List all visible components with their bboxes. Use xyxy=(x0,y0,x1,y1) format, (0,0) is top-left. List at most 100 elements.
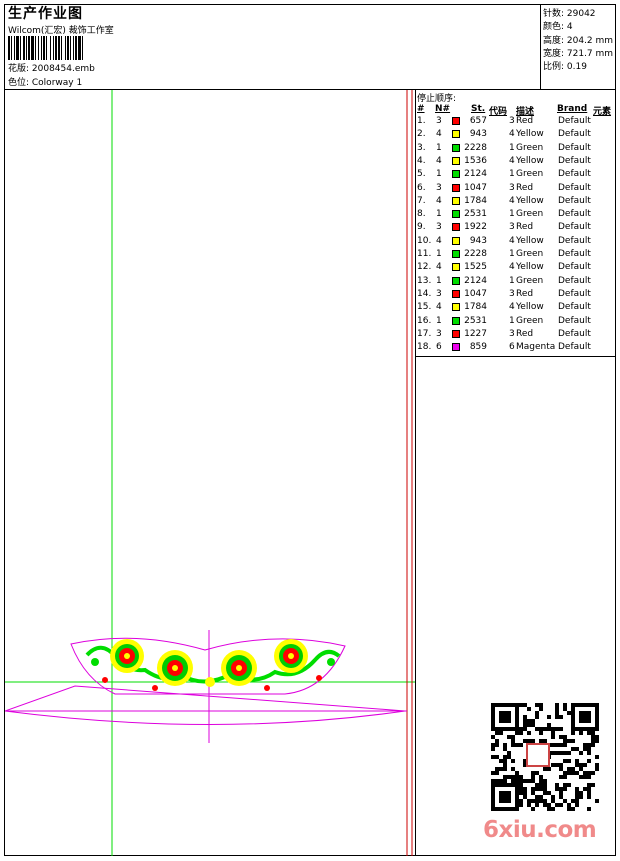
table-row: 13. 1 2124 1 Green Default xyxy=(5,276,617,289)
row-brand: Default xyxy=(558,328,591,339)
row-description: Green xyxy=(516,249,544,259)
row-description: Magenta xyxy=(516,342,556,353)
row-brand: Default xyxy=(558,302,591,313)
row-stitches: 2531 xyxy=(464,209,487,220)
row-code: 1 xyxy=(509,275,515,286)
row-code: 3 xyxy=(509,222,515,233)
stat-colors: 颜色: 4 xyxy=(543,22,573,32)
stat-scale: 比例: 0.19 xyxy=(543,62,587,72)
row-index: 15. xyxy=(417,302,432,313)
row-stitches: 1536 xyxy=(464,155,487,166)
row-code: 1 xyxy=(509,209,515,220)
row-index: 8. xyxy=(417,209,426,220)
header-divider-vertical xyxy=(540,5,541,89)
row-needle: 1 xyxy=(436,275,442,286)
row-code: 3 xyxy=(509,328,515,339)
row-index: 16. xyxy=(417,315,432,326)
color-swatch xyxy=(452,117,460,125)
row-brand: Default xyxy=(558,129,591,140)
row-needle: 3 xyxy=(436,288,442,299)
row-description: Green xyxy=(516,209,544,220)
row-index: 9. xyxy=(417,222,426,233)
row-description: Red xyxy=(516,288,534,299)
row-stitches: 1784 xyxy=(464,302,487,313)
barcode xyxy=(8,36,83,60)
table-row: 1. 3 657 3 Red Default xyxy=(5,116,617,129)
row-code: 1 xyxy=(509,169,515,180)
row-index: 3. xyxy=(417,142,426,153)
col-header-stitches: St. xyxy=(471,104,486,114)
row-description: Green xyxy=(516,275,544,286)
row-brand: Default xyxy=(558,288,591,299)
row-index: 6. xyxy=(417,182,426,193)
row-index: 18. xyxy=(417,342,432,353)
color-swatch xyxy=(452,276,460,285)
row-index: 5. xyxy=(417,169,426,180)
table-row: 15. 4 1784 4 Yellow Default xyxy=(5,302,617,315)
table-row: 9. 3 1922 3 Red Default xyxy=(5,222,617,235)
embroidery-motif xyxy=(85,639,341,691)
row-index: 14. xyxy=(417,288,432,299)
table-row: 11. 1 2228 1 Green Default xyxy=(5,249,617,262)
row-code: 6 xyxy=(509,342,515,353)
table-row: 17. 3 1227 3 Red Default xyxy=(5,329,617,342)
color-swatch xyxy=(452,170,460,179)
studio-name: Wilcom(汇宏) 裁饰工作室 xyxy=(8,26,114,36)
row-needle: 3 xyxy=(436,182,442,193)
row-description: Yellow xyxy=(516,235,544,246)
row-code: 1 xyxy=(509,315,515,326)
row-needle: 4 xyxy=(436,235,442,246)
row-description: Red xyxy=(516,182,534,193)
color-swatch xyxy=(452,316,460,325)
row-stitches: 2228 xyxy=(464,142,487,153)
row-needle: 3 xyxy=(436,222,442,233)
color-swatch xyxy=(452,250,460,258)
row-index: 12. xyxy=(417,262,432,273)
row-brand: Default xyxy=(558,155,591,166)
row-index: 13. xyxy=(417,275,432,286)
colorway: 色位: Colorway 1 xyxy=(8,78,83,88)
color-swatch xyxy=(452,236,460,245)
row-stitches: 1784 xyxy=(464,195,487,206)
row-index: 4. xyxy=(417,155,426,166)
row-stitches: 657 xyxy=(469,116,487,126)
table-row: 7. 4 1784 4 Yellow Default xyxy=(5,196,617,209)
color-swatch xyxy=(452,156,460,165)
row-code: 3 xyxy=(509,116,515,126)
row-brand: Default xyxy=(558,169,591,180)
watermark-text: 6xiu.com xyxy=(483,817,597,843)
row-description: Yellow xyxy=(516,302,544,313)
table-row: 18. 6 859 6 Magenta Default xyxy=(5,342,617,355)
row-code: 4 xyxy=(509,235,515,246)
color-swatch xyxy=(452,210,460,219)
row-needle: 3 xyxy=(436,116,442,126)
row-needle: 1 xyxy=(436,249,442,259)
row-brand: Default xyxy=(558,262,591,273)
row-code: 4 xyxy=(509,262,515,273)
row-stitches: 1047 xyxy=(464,288,487,299)
row-stitches: 943 xyxy=(469,235,487,246)
row-stitches: 2228 xyxy=(464,249,487,259)
row-needle: 4 xyxy=(436,195,442,206)
row-index: 17. xyxy=(417,328,432,339)
row-index: 7. xyxy=(417,195,426,206)
row-brand: Default xyxy=(558,222,591,233)
color-swatch xyxy=(452,183,460,192)
color-swatch xyxy=(452,303,460,312)
row-stitches: 2531 xyxy=(464,315,487,326)
page-title: 生产作业图 xyxy=(8,6,83,22)
row-brand: Default xyxy=(558,249,591,259)
row-code: 3 xyxy=(509,182,515,193)
table-row: 12. 4 1525 4 Yellow Default xyxy=(5,262,617,275)
row-brand: Default xyxy=(558,195,591,206)
row-description: Red xyxy=(516,222,534,233)
row-code: 4 xyxy=(509,195,515,206)
col-header-index: # xyxy=(417,104,425,114)
row-code: 4 xyxy=(509,155,515,166)
row-index: 1. xyxy=(417,116,426,126)
row-code: 4 xyxy=(509,129,515,140)
row-description: Green xyxy=(516,169,544,180)
row-index: 11. xyxy=(417,249,432,259)
color-swatch xyxy=(452,223,460,232)
row-brand: Default xyxy=(558,235,591,246)
